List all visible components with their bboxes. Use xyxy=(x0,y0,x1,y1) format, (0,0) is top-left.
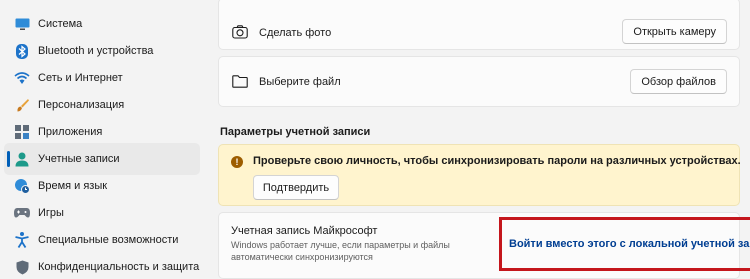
sidebar: Система Bluetooth и устройства Сеть и Ин… xyxy=(0,0,205,279)
folder-icon xyxy=(231,72,249,90)
choose-file-label: Выберите файл xyxy=(259,76,341,88)
person-icon xyxy=(14,151,30,167)
apps-icon xyxy=(14,124,30,140)
warning-icon: ! xyxy=(231,156,243,168)
main-content: Сделать фото Открыть камеру Выберите фай… xyxy=(218,0,750,279)
highlight-box: Войти вместо этого с локальной учетной з… xyxy=(499,217,750,271)
account-settings-title: Параметры учетной записи xyxy=(220,126,371,138)
verify-button[interactable]: Подтвердить xyxy=(253,175,339,200)
choose-file-row: Выберите файл Обзор файлов xyxy=(218,56,740,107)
sidebar-item-label: Время и язык xyxy=(38,180,108,192)
active-indicator xyxy=(7,151,10,167)
sidebar-item-label: Специальные возможности xyxy=(38,234,179,246)
monitor-icon xyxy=(14,16,30,32)
microsoft-account-title: Учетная запись Майкрософт xyxy=(231,225,378,237)
sidebar-item-privacy[interactable]: Конфиденциальность и защита xyxy=(4,251,200,279)
sidebar-item-label: Сеть и Интернет xyxy=(38,72,123,84)
settings-window: Система Bluetooth и устройства Сеть и Ин… xyxy=(0,0,750,279)
verify-identity-banner: ! Проверьте свою личность, чтобы синхрон… xyxy=(218,144,741,206)
sidebar-item-label: Персонализация xyxy=(38,99,125,111)
sidebar-item-label: Конфиденциальность и защита xyxy=(38,261,200,273)
sidebar-item-label: Приложения xyxy=(38,126,103,138)
take-photo-label: Сделать фото xyxy=(259,27,332,39)
sidebar-item-label: Bluetooth и устройства xyxy=(38,45,154,57)
browse-files-button[interactable]: Обзор файлов xyxy=(630,69,727,94)
verify-identity-message: Проверьте свою личность, чтобы синхрониз… xyxy=(253,155,741,167)
sidebar-item-label: Игры xyxy=(38,207,64,219)
sidebar-item-label: Система xyxy=(38,18,83,30)
accessibility-icon xyxy=(14,232,30,248)
sidebar-item-label: Учетные записи xyxy=(38,153,120,165)
sign-in-local-account-link[interactable]: Войти вместо этого с локальной учетной з… xyxy=(509,238,750,250)
wifi-icon xyxy=(14,70,30,86)
open-camera-button[interactable]: Открыть камеру xyxy=(622,19,727,44)
microsoft-account-description: Windows работает лучше, если параметры и… xyxy=(231,240,450,262)
brush-icon xyxy=(14,97,30,113)
globe-clock-icon xyxy=(14,178,30,194)
camera-icon xyxy=(231,23,249,41)
gamepad-icon xyxy=(14,205,30,221)
bluetooth-icon xyxy=(14,43,30,59)
take-photo-row: Сделать фото Открыть камеру xyxy=(218,0,740,50)
shield-icon xyxy=(14,259,30,275)
microsoft-account-row: Учетная запись Майкрософт Windows работа… xyxy=(218,212,750,279)
